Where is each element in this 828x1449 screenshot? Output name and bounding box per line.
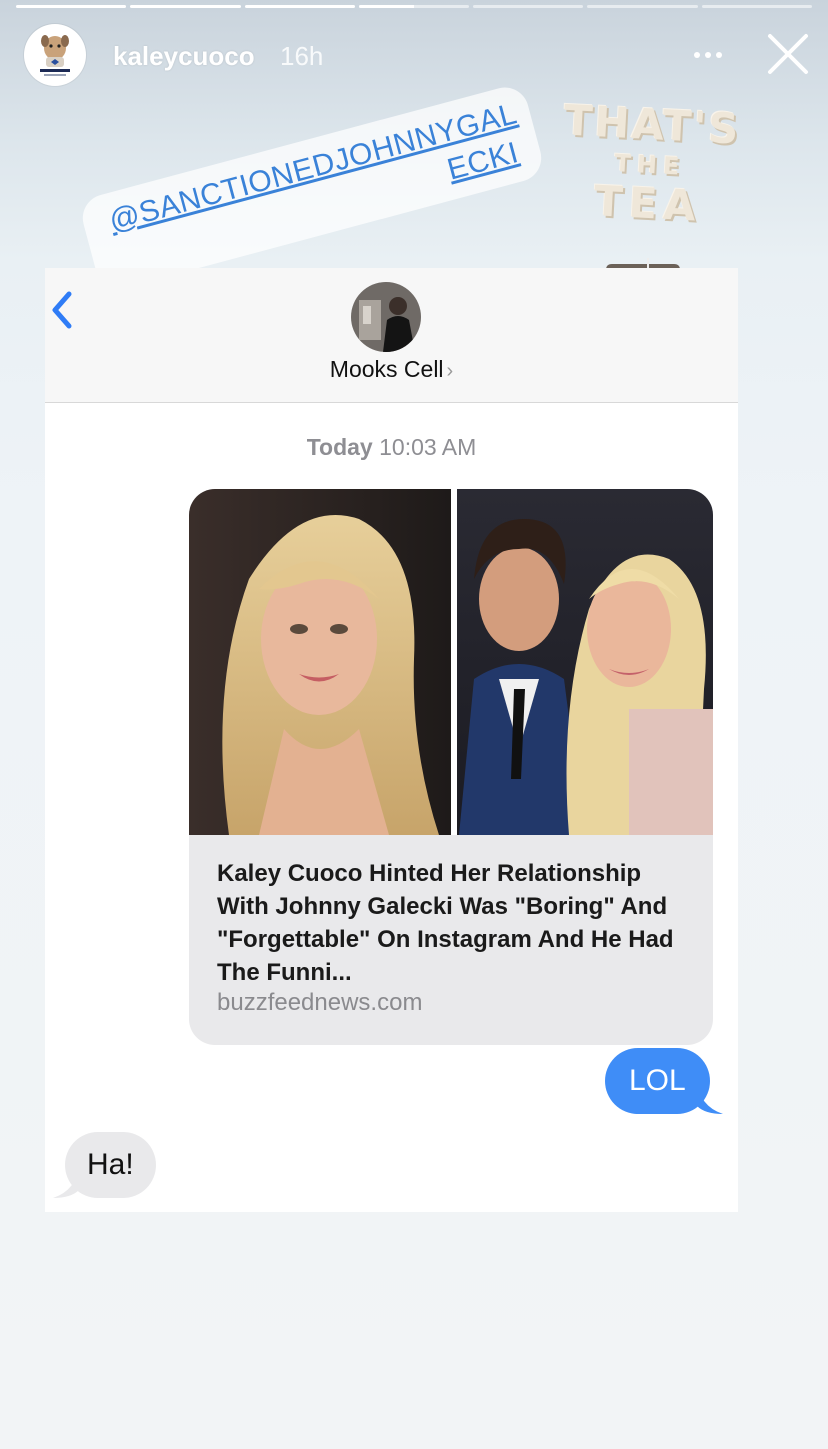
timestamp-day: Today (306, 434, 373, 460)
link-preview-image (189, 489, 713, 835)
link-preview-title: Kaley Cuoco Hinted Her Relationship With… (217, 860, 674, 986)
progress-segment (473, 5, 584, 8)
sent-message-bubble[interactable]: LOL (605, 1048, 710, 1114)
chevron-right-icon: › (446, 360, 454, 382)
dog-logo-icon (40, 35, 70, 76)
thats-the-tea-sticker: THAT'S THE TEA (537, 94, 763, 233)
progress-segment (358, 5, 470, 8)
message-timestamp: Today 10:03 AM (45, 434, 738, 461)
close-icon[interactable] (764, 30, 812, 78)
progress-segment (16, 5, 127, 8)
story-username[interactable]: kaleycuoco (113, 41, 255, 72)
mention-sticker[interactable]: @SANCTIONEDJOHNNYGAL ECKI (77, 82, 547, 294)
progress-segment (701, 5, 812, 8)
profile-avatar[interactable] (24, 24, 86, 86)
received-message-bubble[interactable]: Ha! (65, 1132, 156, 1198)
timestamp-time: 10:03 AM (379, 434, 477, 460)
back-chevron-icon[interactable] (49, 288, 75, 332)
progress-segment (587, 5, 698, 8)
more-options-icon[interactable] (688, 40, 728, 70)
tea-sticker-line: TEA (592, 176, 704, 231)
story-time: 16h (280, 41, 324, 71)
contact-name[interactable]: Mooks Cell › (45, 356, 738, 383)
story-progress-bar (16, 5, 812, 8)
progress-segment (244, 5, 355, 8)
link-preview-card[interactable]: Kaley Cuoco Hinted Her Relationship With… (189, 489, 713, 1045)
messages-nav-bar: Mooks Cell › (45, 268, 738, 403)
imessage-screenshot: Mooks Cell › Today 10:03 AM Kaley Cuoco … (45, 268, 738, 1212)
contact-avatar[interactable] (351, 282, 421, 352)
progress-segment (130, 5, 241, 8)
link-preview-domain: buzzfeednews.com (217, 989, 423, 1016)
contact-name-label[interactable]: Mooks Cell (330, 356, 444, 382)
mention-text[interactable]: @SANCTIONEDJOHNNYGAL ECKI (77, 82, 547, 294)
